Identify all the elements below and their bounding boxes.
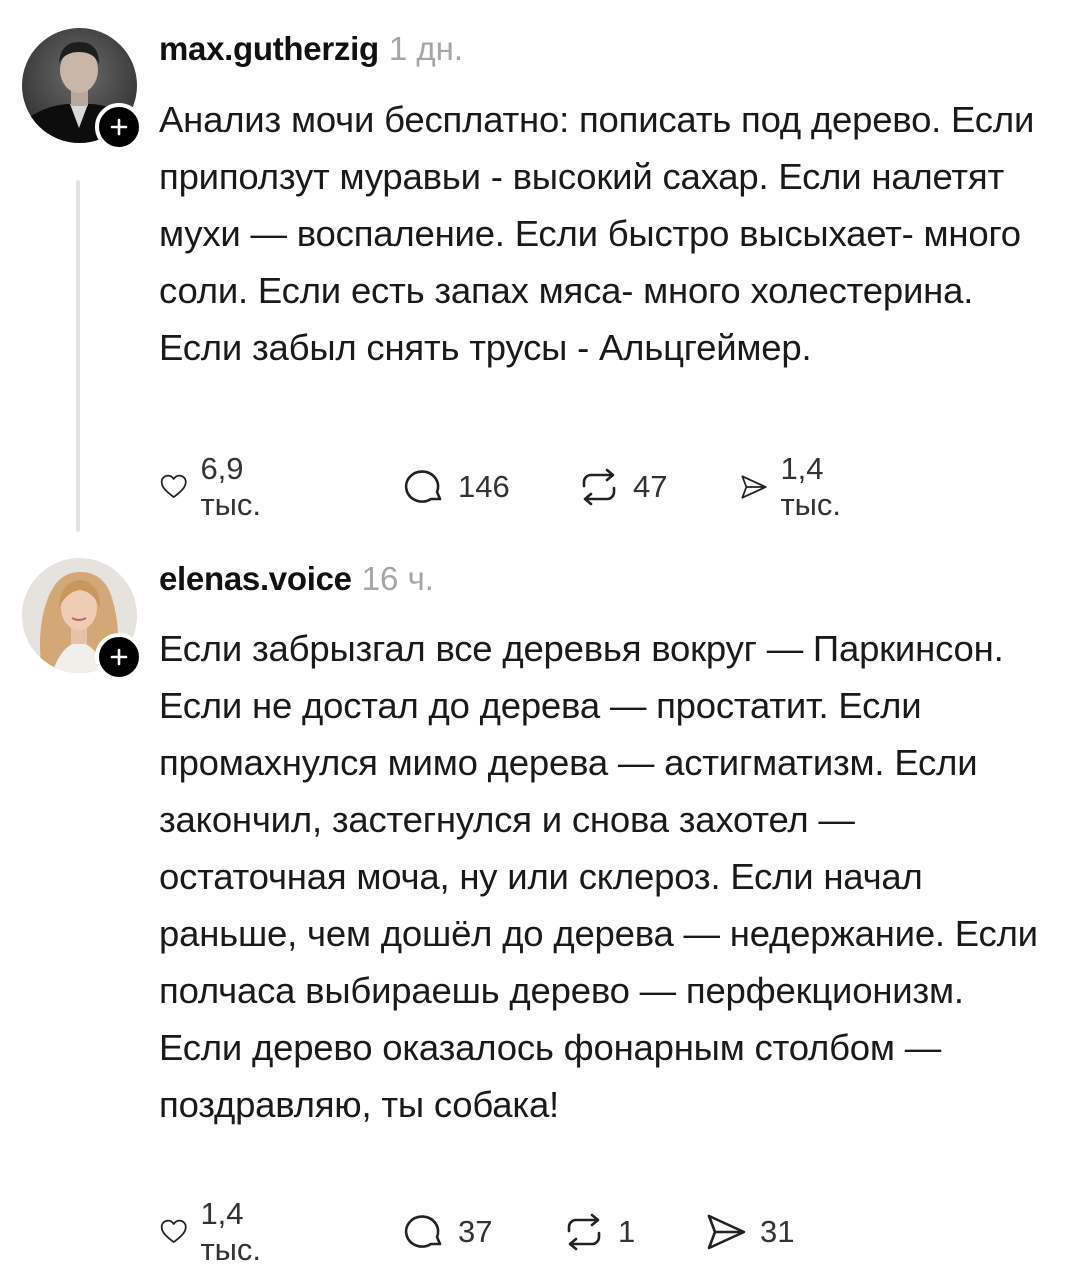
repost-button[interactable]: 1 [562, 1210, 635, 1254]
repost-icon [567, 1213, 601, 1251]
username[interactable]: elenas.voice [159, 560, 352, 598]
share-count: 1,4 тыс. [780, 451, 842, 522]
send-icon [707, 1214, 746, 1250]
repost-count: 47 [633, 469, 668, 504]
comment-bubble-icon [404, 1215, 442, 1248]
follow-button[interactable] [95, 633, 143, 681]
like-count: 6,9 тыс. [200, 451, 262, 522]
comment-count: 37 [458, 1214, 493, 1249]
repost-count: 1 [618, 1214, 636, 1249]
repost-button[interactable]: 47 [577, 465, 667, 509]
send-icon [741, 475, 767, 499]
comment-button[interactable]: 146 [402, 465, 510, 509]
post-header: elenas.voice 16 ч. [159, 560, 434, 604]
share-button[interactable]: 1,4 тыс. [739, 451, 856, 522]
share-count: 31 [760, 1214, 795, 1249]
comment-button[interactable]: 37 [402, 1210, 492, 1254]
post-header: max.gutherzig 1 дн. [159, 30, 463, 74]
heart-icon [160, 474, 187, 498]
thread-line [76, 180, 80, 532]
timestamp: 1 дн. [388, 30, 463, 67]
follow-button[interactable] [95, 103, 143, 151]
heart-icon [160, 1219, 187, 1243]
post-text: Если забрызгал все деревья вокруг — Парк… [159, 628, 1038, 1125]
comment-count: 146 [458, 469, 510, 504]
like-count: 1,4 тыс. [200, 1196, 262, 1267]
like-button[interactable]: 6,9 тыс. [159, 451, 276, 522]
avatar-container[interactable] [22, 558, 143, 681]
timestamp: 16 ч. [361, 560, 434, 597]
like-button[interactable]: 1,4 тыс. [159, 1196, 276, 1267]
share-button[interactable]: 31 [704, 1210, 794, 1254]
username[interactable]: max.gutherzig [159, 30, 379, 68]
plus-icon [110, 648, 128, 666]
plus-icon [110, 118, 128, 136]
post-text: Анализ мочи бесплатно: пописать под дере… [159, 99, 1035, 368]
repost-icon [582, 468, 616, 506]
comment-bubble-icon [404, 470, 442, 503]
avatar-container[interactable] [22, 28, 143, 151]
